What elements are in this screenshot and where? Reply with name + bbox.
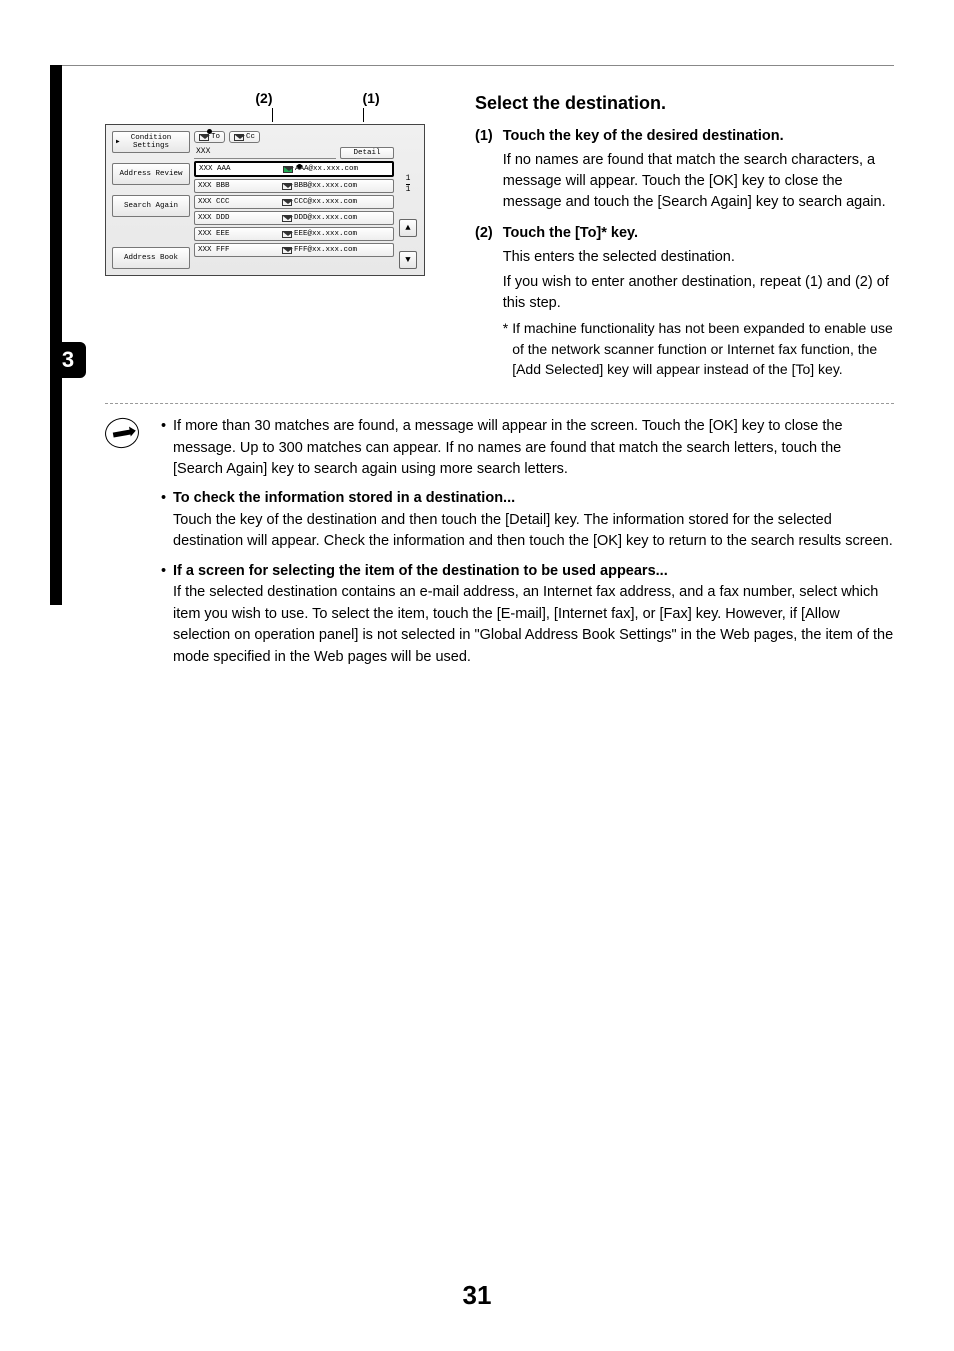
pencil-icon bbox=[113, 429, 132, 437]
mail-icon bbox=[282, 231, 292, 238]
mail-icon bbox=[282, 199, 292, 206]
note-bullet-2-title: To check the information stored in a des… bbox=[173, 490, 515, 506]
mail-icon bbox=[282, 215, 292, 222]
callout-1-dot bbox=[297, 164, 302, 169]
note-bullet-1: If more than 30 matches are found, a mes… bbox=[161, 416, 894, 480]
condition-settings-button[interactable]: Condition Settings bbox=[112, 131, 190, 153]
callout-2-line bbox=[272, 108, 273, 122]
substep-2-title: Touch the [To]* key. bbox=[503, 223, 894, 244]
substep-1-num: (1) bbox=[475, 126, 493, 217]
result-row[interactable]: XXX CCCCCC@xx.xxx.com bbox=[194, 195, 394, 209]
result-row[interactable]: XXX FFFFFF@xx.xxx.com bbox=[194, 243, 394, 257]
result-row[interactable]: XXX BBBBBB@xx.xxx.com bbox=[194, 179, 394, 193]
mail-icon bbox=[282, 247, 292, 254]
callout-2-label: (2) bbox=[255, 90, 272, 106]
mail-icon bbox=[234, 134, 244, 141]
search-again-button[interactable]: Search Again bbox=[112, 195, 190, 217]
address-book-button[interactable]: Address Book bbox=[112, 247, 190, 269]
callout-labels: (2) (1) bbox=[105, 90, 435, 106]
step-number-badge: 3 bbox=[50, 342, 86, 378]
device-touchscreen: Condition Settings Address Review Search… bbox=[105, 124, 425, 276]
note-bullet-3-body: If the selected destination contains an … bbox=[173, 584, 893, 664]
note-bullet-3-title: If a screen for selecting the item of th… bbox=[173, 563, 668, 579]
screenshot-column: (2) (1) Condition Settings Address Revie… bbox=[105, 90, 435, 379]
instruction-column: Select the destination. (1) Touch the ke… bbox=[475, 90, 894, 379]
page-content: (2) (1) Condition Settings Address Revie… bbox=[105, 90, 894, 676]
note-bullet-2: To check the information stored in a des… bbox=[161, 488, 894, 552]
substep-1-title: Touch the key of the desired destination… bbox=[503, 126, 894, 147]
scroll-down-button[interactable]: ▼ bbox=[399, 251, 417, 269]
note-bullet-2-body: Touch the key of the destination and the… bbox=[173, 512, 893, 549]
note-block: If more than 30 matches are found, a mes… bbox=[105, 416, 894, 676]
mail-icon bbox=[282, 183, 292, 190]
cc-tab[interactable]: Cc bbox=[229, 131, 260, 143]
page-number: 31 bbox=[0, 1280, 954, 1311]
mail-icon bbox=[199, 134, 209, 141]
detail-button[interactable]: Detail bbox=[340, 147, 394, 159]
section-side-bar bbox=[50, 65, 62, 605]
note-icon bbox=[103, 415, 142, 450]
step-heading: Select the destination. bbox=[475, 90, 894, 116]
section-divider bbox=[105, 403, 894, 404]
footnote-asterisk: * bbox=[503, 318, 508, 379]
mail-icon bbox=[283, 166, 293, 173]
result-row[interactable]: XXX AAAAAA@xx.xxx.com bbox=[194, 161, 394, 177]
result-row[interactable]: XXX EEEEEE@xx.xxx.com bbox=[194, 227, 394, 241]
result-row[interactable]: XXX DDDDDD@xx.xxx.com bbox=[194, 211, 394, 225]
scroll-up-button[interactable]: ▲ bbox=[399, 219, 417, 237]
substep-2-line1: This enters the selected destination. bbox=[503, 247, 894, 268]
page-fraction: 11 bbox=[406, 175, 411, 194]
substep-1-body: If no names are found that match the sea… bbox=[503, 150, 894, 213]
search-text: XXX bbox=[194, 147, 336, 159]
footnote-text: If machine functionality has not been ex… bbox=[512, 318, 894, 379]
address-review-button[interactable]: Address Review bbox=[112, 163, 190, 185]
note-bullet-3: If a screen for selecting the item of th… bbox=[161, 561, 894, 668]
substep-2-num: (2) bbox=[475, 223, 493, 379]
callout-1-label: (1) bbox=[363, 90, 380, 106]
callout-1-line bbox=[363, 108, 364, 122]
substep-2-line2: If you wish to enter another destination… bbox=[503, 272, 894, 314]
top-rule bbox=[50, 65, 894, 66]
